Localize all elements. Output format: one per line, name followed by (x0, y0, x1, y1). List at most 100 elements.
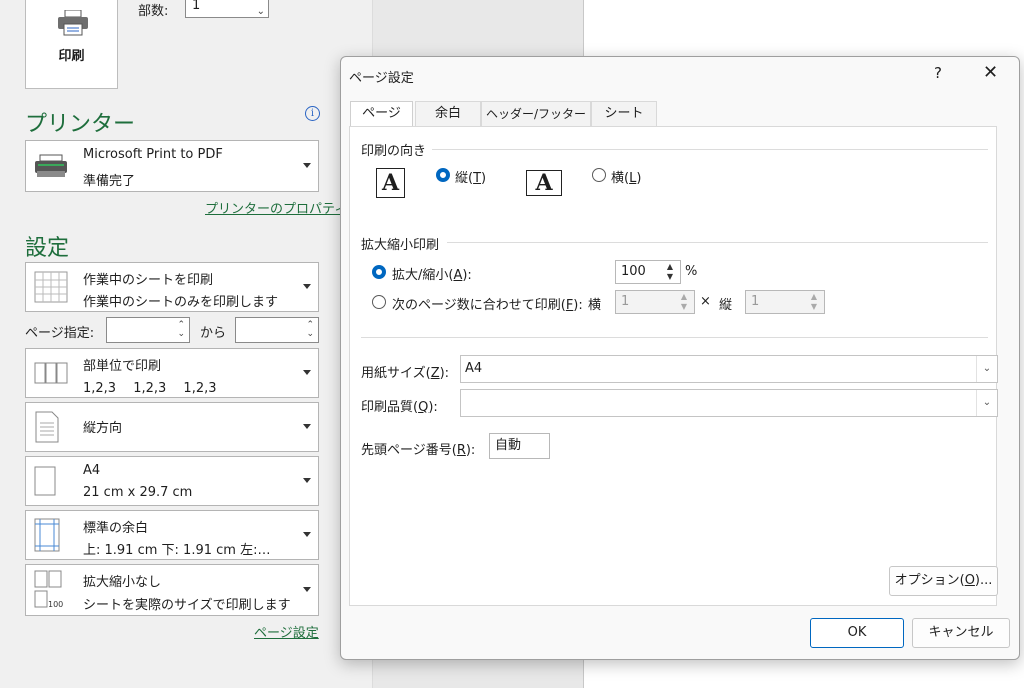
settings-collate[interactable]: 部単位で印刷 1,2,3 1,2,3 1,2,3 (25, 348, 319, 398)
printer-status: 準備完了 (83, 174, 136, 189)
paper-size-label: 用紙サイズ(Z): (361, 366, 450, 381)
printer-heading: プリンター (25, 112, 136, 137)
printer-name: Microsoft Print to PDF (83, 147, 223, 162)
settings-item-line1: A4 (83, 463, 101, 478)
pages-to-input[interactable]: ⌃ ⌄ (235, 317, 319, 343)
scale-100-label: 100 (48, 600, 63, 609)
portrait-label[interactable]: 縦(T) (455, 167, 486, 186)
spin-icon[interactable]: ▲ ▼ (662, 262, 678, 282)
spin-icon[interactable]: ⌃ ⌄ (306, 321, 314, 339)
paper-icon (34, 466, 56, 496)
pages-tall-value: 1 (751, 294, 760, 309)
pages-wide-value: 1 (621, 294, 630, 309)
page-setup-dialog: ページ設定 ? ✕ ページ 余白 ヘッダー/フッター シート 印刷の向き A 縦… (340, 56, 1020, 660)
settings-orientation[interactable]: 縦方向 (25, 402, 319, 452)
collate-icon (34, 362, 68, 384)
chevron-down-icon (303, 424, 311, 429)
printer-device-icon (35, 154, 67, 177)
orientation-heading: 印刷の向き (361, 144, 427, 159)
first-page-label: 先頭ページ番号(R): (361, 443, 476, 458)
settings-item-line1: 標準の余白 (83, 521, 149, 536)
copies-value: 1 (192, 0, 201, 13)
copies-input[interactable]: 1 ⌄ (185, 0, 269, 18)
chevron-down-icon[interactable]: ⌄ (976, 356, 997, 382)
dialog-title: ページ設定 (349, 71, 414, 86)
scale-percent-input[interactable]: 100 ▲ ▼ (615, 260, 681, 284)
print-button[interactable]: 印刷 (25, 0, 118, 89)
tab-margins[interactable]: 余白 (415, 101, 481, 126)
pages-tall-input[interactable]: 1 ▲ ▼ (745, 290, 825, 314)
tab-page[interactable]: ページ (350, 101, 413, 126)
settings-item-line2: 上: 1.91 cm 下: 1.91 cm 左:… (83, 543, 271, 558)
adjust-to-label[interactable]: 拡大/縮小(A): (392, 264, 472, 283)
divider (432, 149, 988, 150)
portrait-page-icon (35, 411, 59, 443)
copies-label: 部数: (138, 4, 169, 19)
close-icon[interactable]: ✕ (983, 62, 998, 83)
divider (447, 242, 988, 243)
chevron-down-icon (303, 532, 311, 537)
settings-scaling[interactable]: 100 拡大縮小なし シートを実際のサイズで印刷します (25, 564, 319, 616)
printer-icon (58, 10, 88, 36)
settings-paper-size[interactable]: A4 21 cm x 29.7 cm (25, 456, 319, 506)
first-page-input[interactable]: 自動 (489, 433, 550, 459)
info-icon[interactable]: i (305, 106, 320, 121)
portrait-radio[interactable] (436, 168, 450, 182)
adjust-to-radio[interactable] (372, 265, 386, 279)
settings-item-line1: 縦方向 (83, 421, 123, 436)
landscape-label[interactable]: 横(L) (611, 167, 641, 186)
printer-properties-link[interactable]: プリンターのプロパティ (205, 198, 347, 217)
spin-icon[interactable]: ▲ ▼ (806, 292, 822, 312)
settings-item-line2: シートを実際のサイズで印刷します (83, 598, 291, 613)
tab-header-footer[interactable]: ヘッダー/フッター (481, 101, 591, 126)
tab-sheet[interactable]: シート (591, 101, 657, 126)
chevron-down-icon[interactable]: ⌄ (976, 390, 997, 416)
pages-to-label: から (200, 326, 227, 341)
options-button[interactable]: オプション(O)... (889, 566, 998, 596)
settings-print-what[interactable]: 作業中のシートを印刷 作業中のシートのみを印刷します (25, 262, 319, 312)
backstage-pane: 印刷 部数: 1 ⌄ プリンター i Microsoft Print to PD… (0, 0, 373, 688)
paper-size-combo[interactable]: A4 ⌄ (460, 355, 998, 383)
settings-item-line2: 1,2,3 1,2,3 1,2,3 (83, 381, 217, 396)
chevron-down-icon (303, 284, 311, 289)
first-page-value: 自動 (495, 438, 522, 453)
printer-dropdown[interactable]: Microsoft Print to PDF 準備完了 (25, 140, 319, 192)
divider (361, 337, 988, 338)
spin-icon[interactable]: ▲ ▼ (676, 292, 692, 312)
print-quality-label: 印刷品質(Q): (361, 400, 438, 415)
pages-wide-label: 横 (588, 298, 602, 313)
settings-item-line1: 作業中のシートを印刷 (83, 273, 214, 288)
chevron-down-icon (303, 587, 311, 592)
fit-to-label[interactable]: 次のページ数に合わせて印刷(F): (392, 294, 583, 313)
no-scaling-icon: 100 (34, 570, 63, 609)
settings-margins[interactable]: 標準の余白 上: 1.91 cm 下: 1.91 cm 左:… (25, 510, 319, 560)
print-quality-combo[interactable]: ⌄ (460, 389, 998, 417)
settings-heading: 設定 (25, 236, 70, 261)
scale-percent-value: 100 (621, 264, 646, 279)
pages-wide-input[interactable]: 1 ▲ ▼ (615, 290, 695, 314)
fit-to-radio[interactable] (372, 295, 386, 309)
times-sign: × (700, 294, 711, 309)
chevron-down-icon (303, 478, 311, 483)
scaling-heading: 拡大縮小印刷 (361, 238, 440, 253)
print-button-label: 印刷 (58, 49, 85, 64)
cancel-button[interactable]: キャンセル (912, 618, 1010, 648)
landscape-icon: A (526, 170, 562, 196)
ok-button[interactable]: OK (810, 618, 904, 648)
paper-size-value: A4 (465, 361, 483, 376)
page-setup-link[interactable]: ページ設定 (254, 622, 319, 641)
spin-icon[interactable]: ⌃ ⌄ (177, 321, 185, 339)
pages-from-input[interactable]: ⌃ ⌄ (106, 317, 190, 343)
landscape-radio[interactable] (592, 168, 606, 182)
chevron-down-icon (303, 163, 311, 168)
help-icon[interactable]: ? (934, 64, 942, 82)
pages-label: ページ指定: (25, 326, 95, 341)
settings-item-line2: 21 cm x 29.7 cm (83, 485, 193, 500)
portrait-icon: A (376, 168, 405, 198)
margins-icon (34, 518, 60, 552)
tab-panel-page: 印刷の向き A 縦(T) A 横(L) 拡大縮小印刷 拡大/縮小(A): 100… (349, 126, 998, 606)
sheet-grid-icon (34, 271, 68, 303)
copies-spin-icon[interactable]: ⌄ (257, 3, 265, 21)
settings-item-line2: 作業中のシートのみを印刷します (83, 295, 279, 310)
settings-item-line1: 拡大縮小なし (83, 575, 162, 590)
